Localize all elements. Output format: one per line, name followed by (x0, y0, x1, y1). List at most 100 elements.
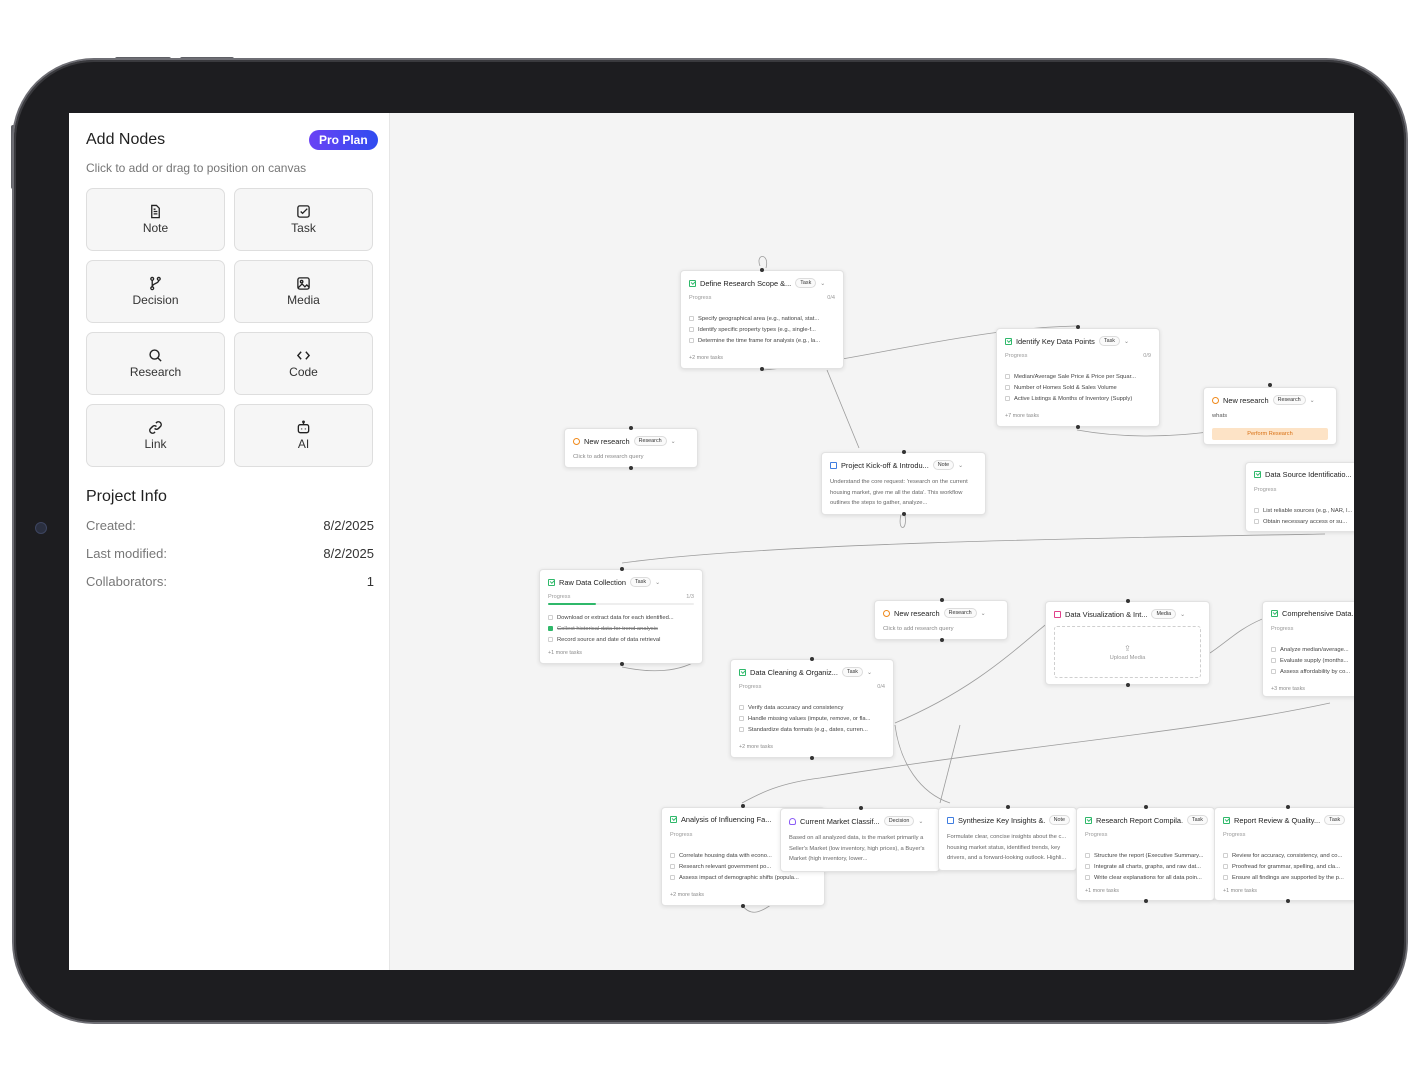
connection-handle[interactable] (760, 268, 764, 272)
connection-handle[interactable] (940, 598, 944, 602)
chevron-down-icon[interactable]: ⌄ (981, 610, 986, 617)
more-tasks[interactable]: +1 more tasks (548, 650, 582, 656)
node-report-compilation[interactable]: Research Report Compila... Task Progress … (1076, 807, 1215, 901)
task-checkbox[interactable] (739, 727, 744, 732)
task-item[interactable]: Assess impact of demographic shifts (pop… (670, 872, 818, 883)
chevron-down-icon[interactable]: ⌄ (820, 280, 825, 287)
chevron-down-icon[interactable]: ⌄ (671, 438, 676, 445)
node-data-cleaning[interactable]: Data Cleaning & Organiz... Task ⌄ Progress… (730, 659, 894, 758)
task-item[interactable]: Integrate all charts, graphs, and raw da… (1085, 861, 1208, 872)
connection-handle[interactable] (1076, 325, 1080, 329)
task-checkbox[interactable] (1271, 647, 1276, 652)
add-code-button[interactable]: Code (234, 332, 373, 395)
connection-handle[interactable] (629, 466, 633, 470)
task-item[interactable]: Proofread for grammar, spelling, and cla… (1223, 861, 1354, 872)
task-item[interactable]: Analyze median/average... (1271, 644, 1354, 655)
task-checkbox[interactable] (739, 716, 744, 721)
research-query-placeholder[interactable]: Click to add research query (573, 454, 644, 460)
task-checkbox[interactable] (1254, 508, 1259, 513)
chevron-down-icon[interactable]: ⌄ (867, 669, 872, 676)
connection-handle[interactable] (620, 662, 624, 666)
task-item[interactable]: Specify geographical area (e.g., nationa… (689, 313, 837, 324)
node-research-left[interactable]: New research Research ⌄ Click to add resea… (564, 428, 698, 468)
add-task-button[interactable]: Task (234, 188, 373, 251)
connection-handle[interactable] (1126, 599, 1130, 603)
connection-handle[interactable] (1144, 899, 1148, 903)
connection-handle[interactable] (1126, 683, 1130, 687)
upload-media-dropzone[interactable]: ⇪ Upload Media (1054, 626, 1201, 678)
task-checkbox[interactable] (689, 327, 694, 332)
add-note-button[interactable]: Note (86, 188, 225, 251)
workflow-canvas[interactable]: Define Research Scope &... Task ⌄ Progress… (390, 113, 1354, 970)
more-tasks[interactable]: +7 more tasks (1005, 413, 1039, 419)
task-item[interactable]: Download or extract data for each identi… (548, 612, 696, 623)
task-item[interactable]: Standardize data formats (e.g., dates, c… (739, 724, 887, 735)
add-ai-button[interactable]: AI (234, 404, 373, 467)
connection-handle[interactable] (902, 512, 906, 516)
chevron-down-icon[interactable]: ⌄ (1310, 397, 1315, 404)
task-checkbox[interactable] (1005, 374, 1010, 379)
pro-plan-badge[interactable]: Pro Plan (309, 130, 378, 150)
task-checkbox[interactable] (670, 853, 675, 858)
task-checkbox[interactable] (670, 875, 675, 880)
node-synthesize-insights[interactable]: Synthesize Key Insights &... Note Formula… (938, 807, 1077, 871)
connection-handle[interactable] (1286, 899, 1290, 903)
connection-handle[interactable] (940, 638, 944, 642)
node-market-classification[interactable]: Current Market Classif... Decision ⌄ Based… (780, 808, 940, 872)
node-report-review[interactable]: Report Review & Quality... Task Progress … (1214, 807, 1354, 901)
task-checkbox[interactable] (548, 637, 553, 642)
connection-handle[interactable] (1286, 805, 1290, 809)
connection-handle[interactable] (1076, 425, 1080, 429)
task-checkbox[interactable] (1085, 853, 1090, 858)
more-tasks[interactable]: +1 more tasks (1085, 888, 1119, 894)
node-data-visualization[interactable]: Data Visualization & Int... Media ⌄ ⇪ Uplo… (1045, 601, 1210, 685)
task-checkbox[interactable] (1271, 658, 1276, 663)
connection-handle[interactable] (741, 904, 745, 908)
connection-handle[interactable] (810, 657, 814, 661)
node-identify-key-data[interactable]: Identify Key Data Points Task ⌄ Progress 0/… (996, 328, 1160, 427)
add-link-button[interactable]: Link (86, 404, 225, 467)
node-comprehensive-data[interactable]: Comprehensive Data... Progress Analyze m… (1262, 601, 1354, 697)
task-item[interactable]: Assess affordability by co... (1271, 666, 1354, 677)
task-checkbox[interactable] (1085, 875, 1090, 880)
task-item[interactable]: Write clear explanations for all data po… (1085, 872, 1208, 883)
task-item-completed[interactable]: Collect historical data for trend analys… (548, 623, 696, 634)
node-data-source[interactable]: Data Source Identificatio... Progress Li… (1245, 462, 1354, 532)
connection-handle[interactable] (629, 426, 633, 430)
node-research-middle[interactable]: New research Research ⌄ Click to add resea… (874, 600, 1008, 640)
task-item[interactable]: Median/Average Sale Price & Price per Sq… (1005, 371, 1153, 382)
task-item[interactable]: Identify specific property types (e.g., … (689, 324, 837, 335)
task-item[interactable]: Evaluate supply (months... (1271, 655, 1354, 666)
chevron-down-icon[interactable]: ⌄ (1124, 338, 1129, 345)
task-checkbox[interactable] (1254, 519, 1259, 524)
connection-handle[interactable] (1006, 805, 1010, 809)
task-item[interactable]: Determine the time frame for analysis (e… (689, 335, 837, 346)
task-item[interactable]: Handle missing values (impute, remove, o… (739, 713, 887, 724)
connection-handle[interactable] (1144, 805, 1148, 809)
task-item[interactable]: Verify data accuracy and consistency (739, 702, 887, 713)
task-item[interactable]: Ensure all findings are supported by the… (1223, 872, 1354, 883)
task-item[interactable]: Record source and date of data retrieval (548, 634, 696, 645)
task-checkbox[interactable] (1223, 853, 1228, 858)
add-media-button[interactable]: Media (234, 260, 373, 323)
task-checkbox[interactable] (670, 864, 675, 869)
task-item[interactable]: Active Listings & Months of Inventory (S… (1005, 393, 1153, 404)
task-item[interactable]: List reliable sources (e.g., NAR, l... (1254, 505, 1354, 516)
node-project-kickoff[interactable]: Project Kick-off & Introdu... Note ⌄ Under… (821, 452, 986, 515)
task-checkbox[interactable] (689, 338, 694, 343)
task-checkbox[interactable] (739, 705, 744, 710)
task-item[interactable]: Structure the report (Executive Summary.… (1085, 850, 1208, 861)
chevron-down-icon[interactable]: ⌄ (1180, 611, 1185, 618)
add-decision-button[interactable]: Decision (86, 260, 225, 323)
node-raw-data-collection[interactable]: Raw Data Collection Task ⌄ Progress 1/3 Dow… (539, 569, 703, 664)
task-checkbox[interactable] (1223, 875, 1228, 880)
perform-research-button[interactable]: Perform Research (1212, 428, 1328, 440)
connection-handle[interactable] (741, 804, 745, 808)
task-checkbox-checked[interactable] (548, 626, 553, 631)
task-checkbox[interactable] (548, 615, 553, 620)
task-item[interactable]: Review for accuracy, consistency, and co… (1223, 850, 1354, 861)
connection-handle[interactable] (760, 367, 764, 371)
task-item[interactable]: Number of Homes Sold & Sales Volume (1005, 382, 1153, 393)
more-tasks[interactable]: +1 more tasks (1223, 888, 1257, 894)
task-checkbox[interactable] (1223, 864, 1228, 869)
